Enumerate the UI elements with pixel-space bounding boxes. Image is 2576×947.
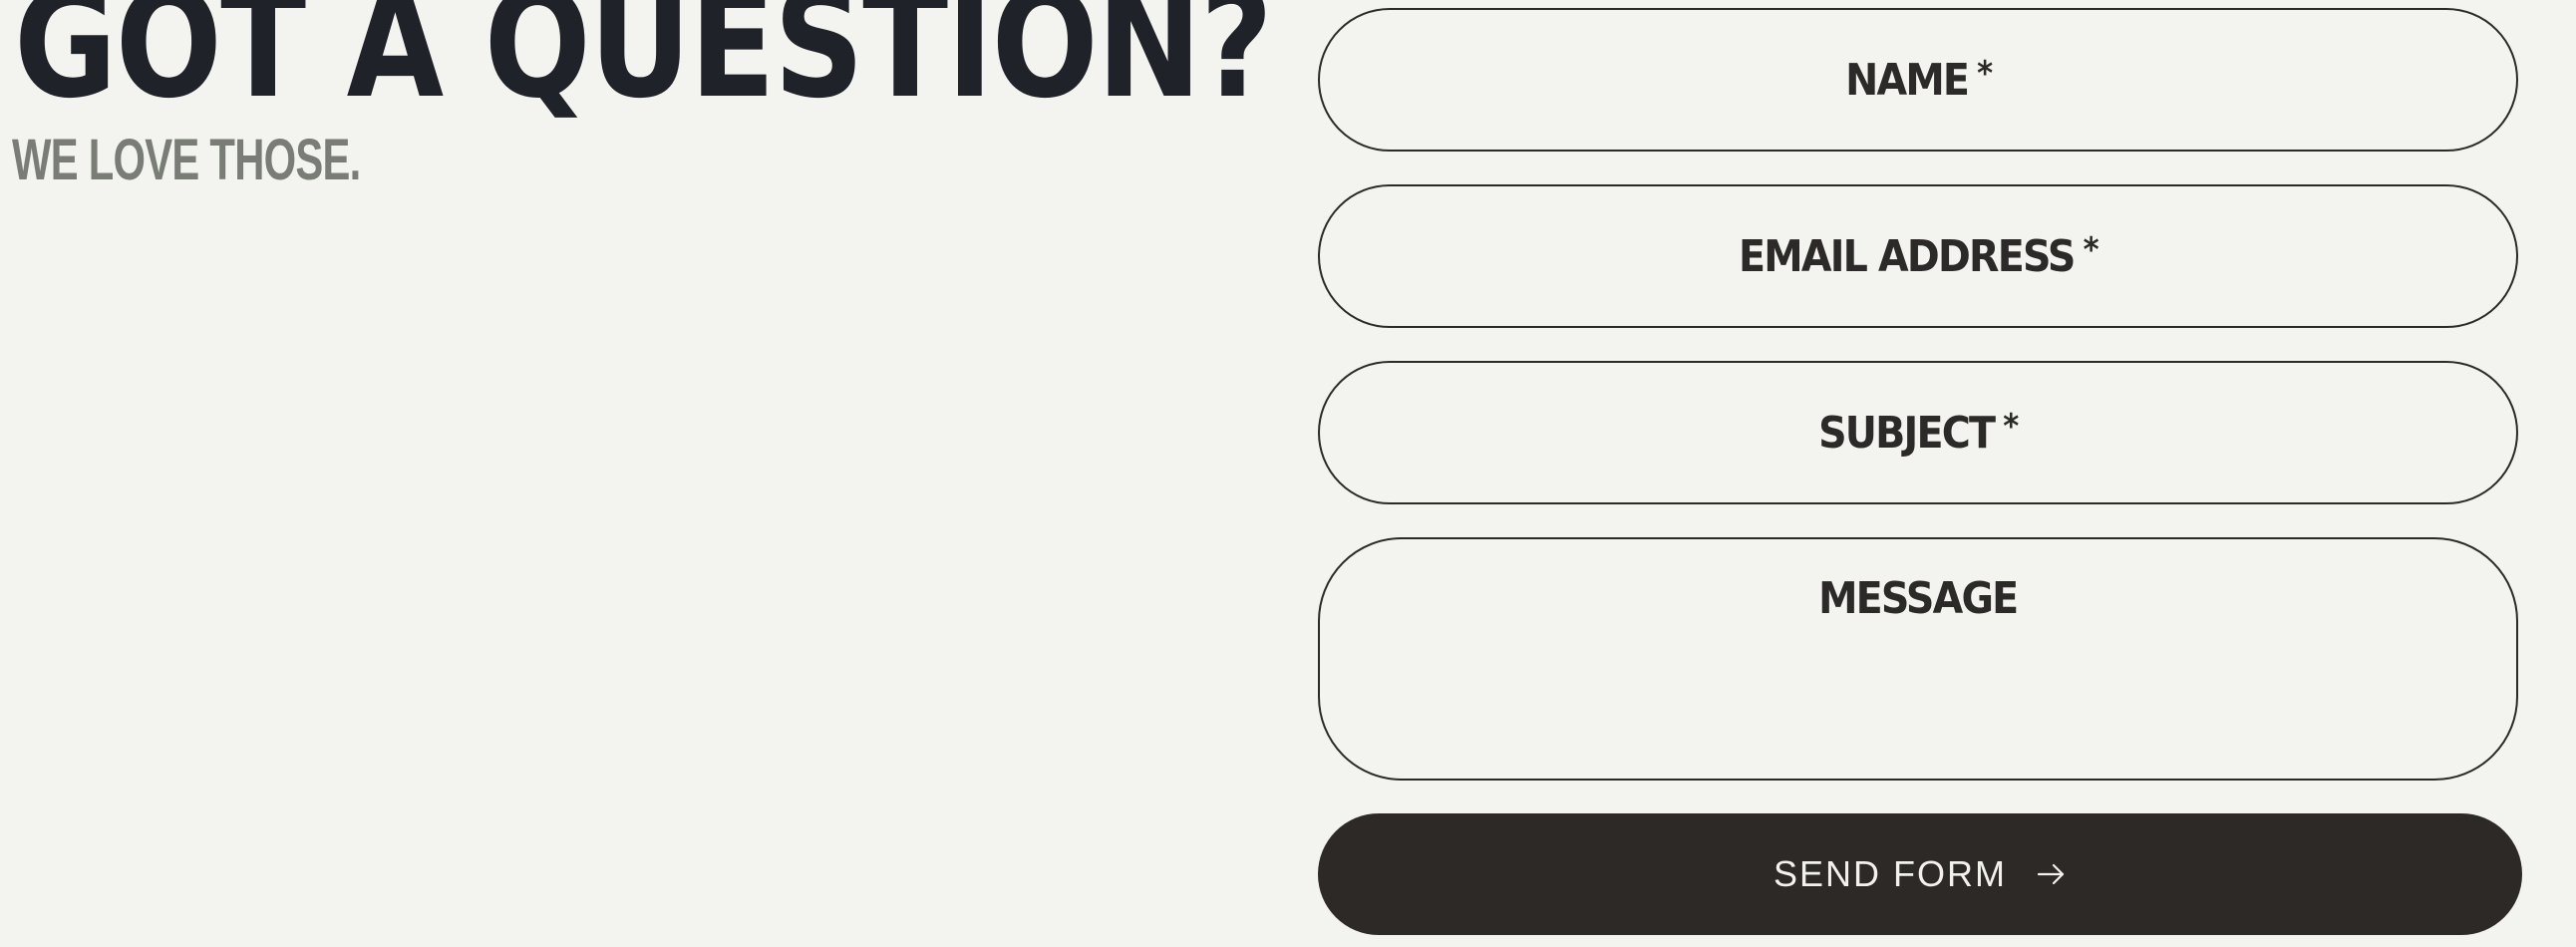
- name-field-label-text: NAME: [1844, 55, 1970, 106]
- name-field[interactable]: NAME *: [1318, 8, 2518, 152]
- required-indicator: *: [2003, 407, 2019, 447]
- message-field-label: MESSAGE: [1818, 573, 2019, 624]
- send-form-button-label: SEND FORM: [1773, 853, 2007, 894]
- email-field[interactable]: EMAIL ADDRESS *: [1318, 184, 2518, 328]
- arrow-right-icon: [2035, 858, 2067, 890]
- email-field-label-text: EMAIL ADDRESS: [1739, 231, 2076, 282]
- message-field[interactable]: MESSAGE: [1318, 537, 2518, 781]
- send-form-button[interactable]: SEND FORM: [1318, 813, 2522, 935]
- required-indicator: *: [1976, 54, 1993, 94]
- name-field-label: NAME *: [1844, 54, 1993, 106]
- subject-field-label-text: SUBJECT: [1818, 408, 1996, 459]
- page-title: GOT A QUESTION?: [14, 0, 1273, 132]
- subject-field-label: SUBJECT *: [1818, 407, 2019, 459]
- required-indicator: *: [2083, 230, 2099, 270]
- page-subtitle: WE LOVE THOSE.: [12, 128, 361, 192]
- subject-field[interactable]: SUBJECT *: [1318, 361, 2518, 504]
- email-field-label: EMAIL ADDRESS *: [1739, 230, 2099, 282]
